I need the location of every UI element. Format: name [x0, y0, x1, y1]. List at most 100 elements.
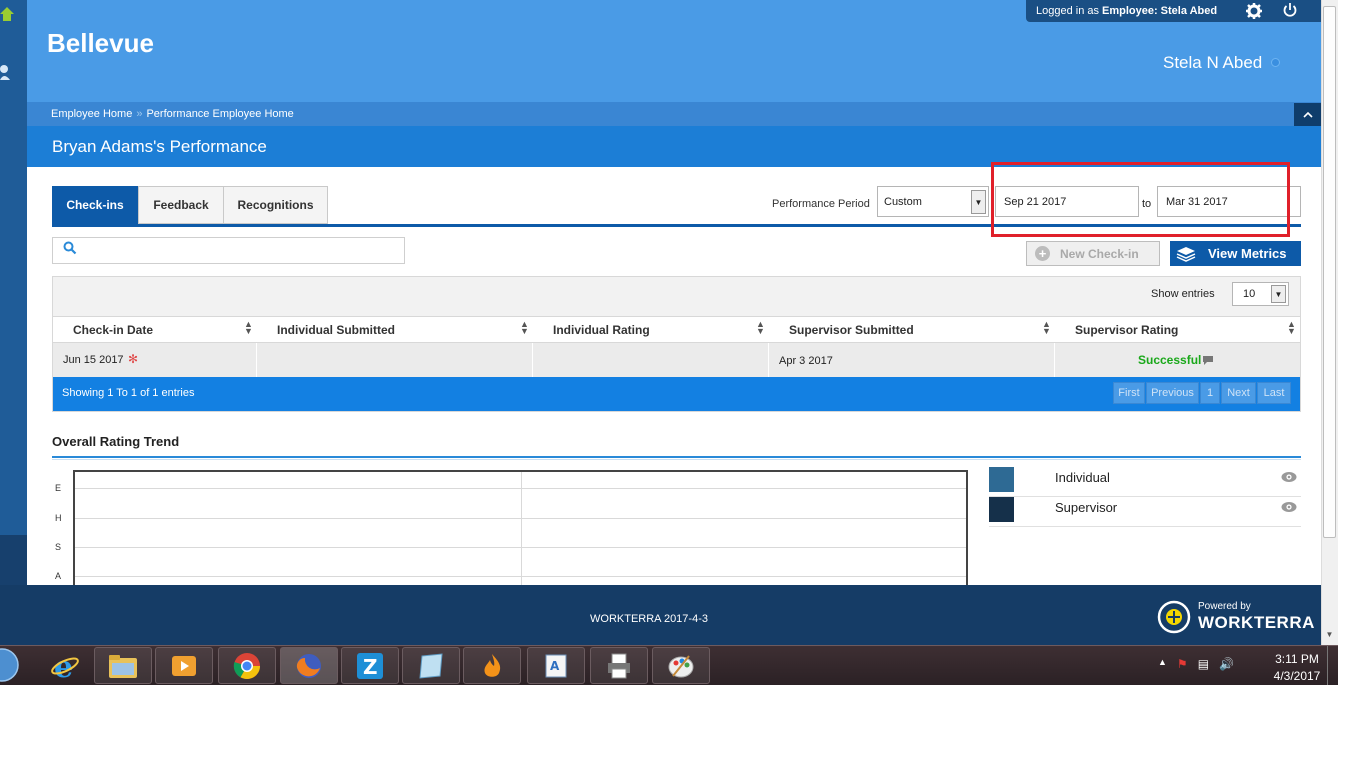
- taskbar-flame-app[interactable]: [463, 647, 521, 684]
- svg-text:Z: Z: [363, 655, 378, 679]
- search-input[interactable]: [52, 237, 405, 264]
- pagination-next[interactable]: Next: [1221, 382, 1256, 404]
- performance-period-select[interactable]: Custom ▼: [877, 186, 989, 217]
- power-icon[interactable]: [1282, 2, 1298, 18]
- eye-icon[interactable]: [1281, 471, 1297, 483]
- user-status-dot: [1271, 58, 1280, 67]
- dropdown-arrow-icon[interactable]: ▼: [971, 190, 986, 214]
- y-tick-label: H: [55, 513, 62, 523]
- legend-label: Supervisor: [1055, 500, 1118, 515]
- taskbar-printer[interactable]: [590, 647, 648, 684]
- taskbar-chrome[interactable]: [218, 647, 276, 684]
- taskbar-wordpad[interactable]: A: [527, 647, 585, 684]
- entries-per-page-select[interactable]: 10 ▼: [1232, 282, 1289, 306]
- pagination-previous[interactable]: Previous: [1146, 382, 1199, 404]
- chevron-up-icon: [1302, 111, 1313, 118]
- plus-circle-icon: +: [1035, 246, 1050, 261]
- taskbar-notebook[interactable]: [402, 647, 460, 684]
- taskbar-zoho[interactable]: Z: [341, 647, 399, 684]
- new-check-in-button[interactable]: + New Check-in: [1026, 241, 1160, 266]
- view-metrics-button[interactable]: View Metrics: [1170, 241, 1301, 266]
- tab-feedback[interactable]: Feedback: [138, 186, 224, 224]
- collapse-header-button[interactable]: [1294, 103, 1321, 126]
- tray-chevron-up-icon[interactable]: ▲: [1158, 657, 1167, 671]
- taskbar-internet-explorer[interactable]: e: [36, 647, 94, 684]
- printer-icon: [608, 653, 630, 678]
- paint-palette-icon: [668, 654, 694, 677]
- svg-text:A: A: [550, 659, 560, 673]
- login-prefix: Logged in as: [1036, 5, 1099, 17]
- taskbar-media-player[interactable]: [155, 647, 213, 684]
- sort-icon[interactable]: ▲ ▼: [244, 320, 253, 336]
- user-display-name[interactable]: Stela N Abed: [1163, 53, 1262, 73]
- volume-icon[interactable]: 🔊: [1219, 657, 1234, 671]
- legend-swatch: [989, 467, 1014, 492]
- scrollbar-thumb[interactable]: [1323, 6, 1336, 538]
- left-rail: [0, 0, 27, 585]
- cell-check-in-date[interactable]: Jun 15 2017: [63, 354, 124, 366]
- y-tick-label: S: [55, 542, 62, 552]
- home-icon[interactable]: [0, 6, 14, 22]
- tray-time: 3:11 PM: [1275, 652, 1319, 666]
- internet-explorer-icon: e: [51, 651, 79, 681]
- flame-icon: [484, 653, 501, 677]
- tray-date: 4/3/2017: [1273, 669, 1321, 683]
- tab-recognitions[interactable]: Recognitions: [223, 186, 328, 224]
- cell-divider: [256, 343, 257, 377]
- comment-icon[interactable]: [1203, 356, 1214, 366]
- taskbar-firefox[interactable]: [280, 647, 338, 684]
- show-desktop-button[interactable]: [1327, 646, 1338, 685]
- tray-clock[interactable]: 3:11 PM 4/3/2017: [1262, 651, 1332, 685]
- column-header-individual-rating[interactable]: Individual Rating: [553, 323, 650, 337]
- legend-item-supervisor[interactable]: Supervisor: [989, 497, 1301, 527]
- eye-icon[interactable]: [1281, 501, 1297, 513]
- sort-icon[interactable]: ▲ ▼: [520, 320, 529, 336]
- action-center-flag-icon[interactable]: ⚑: [1177, 657, 1188, 671]
- table-row[interactable]: Jun 15 2017 ✻ Apr 3 2017 Successful: [53, 343, 1300, 377]
- tab-check-ins[interactable]: Check-ins: [52, 186, 138, 224]
- highlight-annotation-box: [991, 162, 1290, 237]
- search-icon: [63, 241, 77, 255]
- breadcrumb-performance-home[interactable]: Performance Employee Home: [146, 108, 293, 120]
- sort-icon[interactable]: ▲ ▼: [1042, 320, 1051, 336]
- column-header-check-in-date[interactable]: Check-in Date: [73, 323, 153, 337]
- sort-icon[interactable]: ▲ ▼: [1287, 320, 1296, 336]
- chrome-icon: [233, 652, 261, 679]
- dropdown-arrow-icon[interactable]: ▼: [1271, 285, 1286, 303]
- new-check-in-label: New Check-in: [1060, 246, 1139, 261]
- taskbar-file-explorer[interactable]: [94, 647, 152, 684]
- trend-divider-light: [52, 459, 1301, 460]
- column-header-supervisor-rating[interactable]: Supervisor Rating: [1075, 323, 1178, 337]
- pagination-first[interactable]: First: [1113, 382, 1145, 404]
- cell-divider: [768, 343, 769, 377]
- page-title: Bryan Adams's Performance: [27, 126, 1321, 167]
- sort-icon[interactable]: ▲ ▼: [756, 320, 765, 336]
- legend-item-individual[interactable]: Individual: [989, 467, 1301, 497]
- user-icon[interactable]: [0, 64, 12, 82]
- firefox-icon: [296, 653, 321, 678]
- login-role: Employee:: [1102, 5, 1158, 17]
- start-orb-icon[interactable]: [0, 647, 22, 683]
- document-icon: A: [545, 654, 567, 677]
- legend-label: Individual: [1055, 470, 1110, 485]
- network-icon[interactable]: ▤: [1198, 657, 1209, 671]
- cell-divider: [1054, 343, 1055, 377]
- cell-divider: [532, 343, 533, 377]
- performance-period-value: Custom: [884, 195, 922, 208]
- column-header-supervisor-submitted[interactable]: Supervisor Submitted: [789, 323, 914, 337]
- performance-period-label: Performance Period: [772, 198, 870, 210]
- trend-divider: [52, 456, 1301, 458]
- footer-text: WORKTERRA 2017-4-3: [590, 613, 708, 625]
- pagination-page-1[interactable]: 1: [1200, 382, 1220, 404]
- asterisk-icon: ✻: [128, 352, 139, 366]
- y-tick-label: E: [55, 483, 62, 493]
- cell-supervisor-rating: Successful: [1138, 353, 1202, 367]
- breadcrumb-employee-home[interactable]: Employee Home: [51, 108, 132, 120]
- gear-icon[interactable]: [1246, 3, 1262, 19]
- scroll-down-arrow-icon[interactable]: ▼: [1323, 630, 1336, 643]
- column-header-individual-submitted[interactable]: Individual Submitted: [277, 323, 395, 337]
- taskbar-paint[interactable]: [652, 647, 710, 684]
- breadcrumb-separator: »: [136, 108, 143, 120]
- entries-per-page-value: 10: [1243, 288, 1256, 300]
- pagination-last[interactable]: Last: [1257, 382, 1291, 404]
